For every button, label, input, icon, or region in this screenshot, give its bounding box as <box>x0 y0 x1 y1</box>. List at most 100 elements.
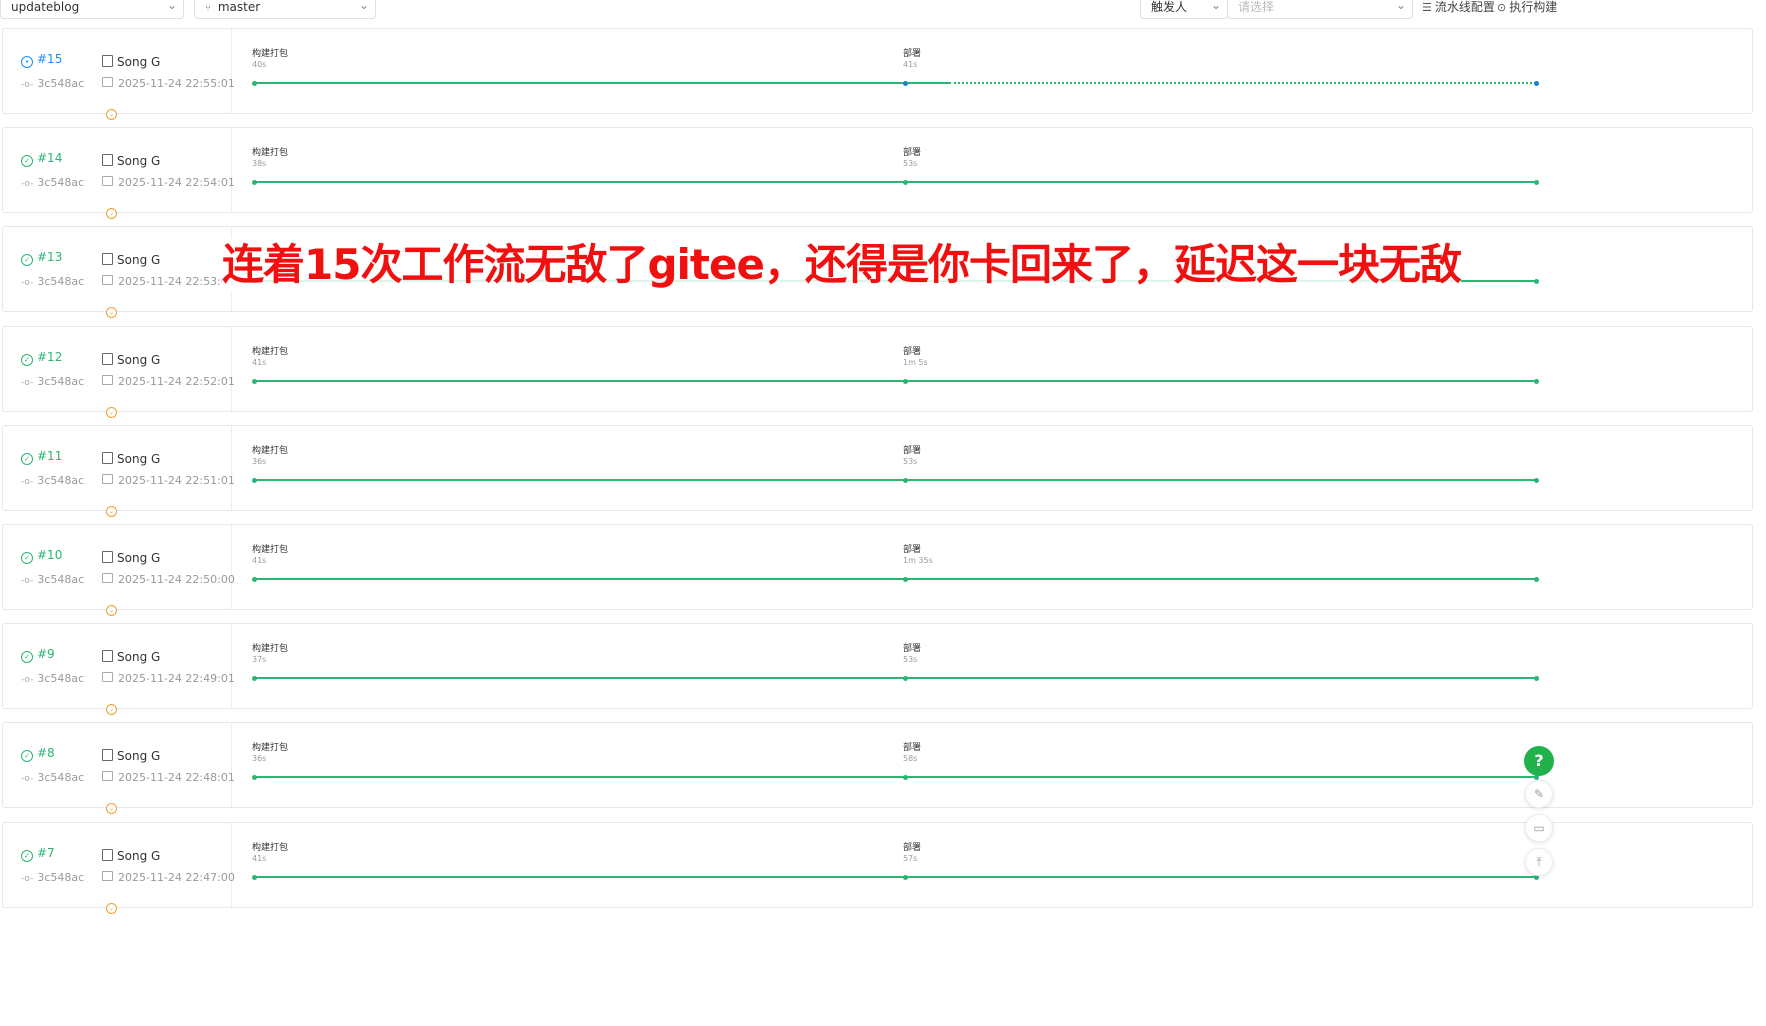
stage-name[interactable]: 部署 <box>903 46 921 59</box>
user-icon <box>102 154 113 166</box>
run-build-link[interactable]: ⊙ 执行构建 <box>1497 0 1557 15</box>
stage-track <box>254 677 1536 679</box>
trigger-select-label: 触发人 <box>1151 0 1188 14</box>
calendar-icon <box>102 275 113 285</box>
expand-toggle[interactable]: ⌄ <box>106 307 117 318</box>
chevron-down-icon: ⌄ <box>108 309 115 316</box>
run-number-link[interactable]: ✓ #14 <box>21 151 62 167</box>
stage-name[interactable]: 部署 <box>903 641 921 654</box>
run-timestamp: 2025-11-24 22:48:01 <box>118 771 235 784</box>
stage-node <box>1534 278 1539 284</box>
stage-node <box>903 576 908 582</box>
expand-toggle[interactable]: ⌄ <box>106 506 117 517</box>
expand-toggle[interactable]: ⌄ <box>106 803 117 814</box>
stage-name[interactable]: 部署 <box>903 740 921 753</box>
stage-duration: 41s <box>252 556 267 565</box>
author-name: Song G <box>117 551 161 565</box>
commit-hash: 3c548ac <box>37 771 85 784</box>
stage-name[interactable]: 部署 <box>903 542 921 555</box>
stage-name[interactable]: 构建打包 <box>252 344 288 357</box>
author-name: Song G <box>117 353 161 367</box>
author: Song G <box>102 252 160 267</box>
stage-track <box>905 82 949 84</box>
branch-select[interactable]: ⑂ master ⌄ <box>194 0 376 19</box>
commit-hash: 3c548ac <box>37 474 85 487</box>
run-card[interactable]: • #15 -o- 3c548ac Song G 2025-11-24 22:55:01 ⌄… <box>2 28 1753 120</box>
run-number-link[interactable]: ✓ #7 <box>21 846 55 862</box>
chevron-down-icon: ⌄ <box>108 409 115 416</box>
expand-toggle[interactable]: ⌄ <box>106 208 117 219</box>
run-number-link[interactable]: ✓ #9 <box>21 647 55 663</box>
run-timestamp: 2025-11-24 22:50:00 <box>118 573 235 586</box>
expand-toggle[interactable]: ⌄ <box>106 109 117 120</box>
stage-duration: 38s <box>252 159 267 168</box>
commit-icon: -o- <box>21 675 34 685</box>
stage-name[interactable]: 部署 <box>903 840 921 853</box>
stage-name[interactable]: 构建打包 <box>252 740 288 753</box>
run-card[interactable]: ✓ #8 -o- 3c548ac Song G 2025-11-24 22:48:01 ⌄ 构… <box>2 722 1753 814</box>
feedback-button[interactable]: ✎ <box>1525 780 1553 808</box>
run-card[interactable]: ✓ #10 -o- 3c548ac Song G 2025-11-24 22:50:00 ⌄… <box>2 524 1753 616</box>
commit-hash: 3c548ac <box>37 573 85 586</box>
stage-name[interactable]: 构建打包 <box>252 46 288 59</box>
commit-link[interactable]: -o- 3c548ac <box>21 672 84 685</box>
stage-name[interactable]: 部署 <box>903 145 921 158</box>
author: Song G <box>102 649 160 664</box>
author: Song G <box>102 153 160 168</box>
expand-toggle[interactable]: ⌄ <box>106 605 117 616</box>
stage-name[interactable]: 构建打包 <box>252 542 288 555</box>
commit-link[interactable]: -o- 3c548ac <box>21 771 84 784</box>
stage-duration: 1m 5s <box>903 358 928 367</box>
stage-name[interactable]: 部署 <box>903 443 921 456</box>
repo-select[interactable]: updateblog ⌄ <box>0 0 184 19</box>
run-number: #7 <box>37 846 55 860</box>
commit-link[interactable]: -o- 3c548ac <box>21 474 84 487</box>
repo-select-value: updateblog <box>11 0 80 14</box>
stage-duration: 37s <box>252 655 267 664</box>
stage-name[interactable]: 部署 <box>903 344 921 357</box>
stage-node <box>903 874 908 880</box>
commit-icon: -o- <box>21 80 34 90</box>
author-name: Song G <box>117 253 161 267</box>
run-card[interactable]: ✓ #12 -o- 3c548ac Song G 2025-11-24 22:52:01 ⌄… <box>2 326 1753 418</box>
author-name: Song G <box>117 849 161 863</box>
stage-node <box>252 80 257 86</box>
commit-link[interactable]: -o- 3c548ac <box>21 871 84 884</box>
help-button[interactable]: ? <box>1524 746 1554 776</box>
branch-select-value: master <box>217 0 261 14</box>
run-number-link[interactable]: ✓ #10 <box>21 548 62 564</box>
back-to-top-button[interactable]: ⤒ <box>1525 848 1553 876</box>
commit-link[interactable]: -o- 3c548ac <box>21 573 84 586</box>
expand-toggle[interactable]: ⌄ <box>106 407 117 418</box>
stage-name[interactable]: 构建打包 <box>252 443 288 456</box>
run-card[interactable]: ✓ #11 -o- 3c548ac Song G 2025-11-24 22:51:01 ⌄… <box>2 425 1753 517</box>
run-card[interactable]: ✓ #14 -o- 3c548ac Song G 2025-11-24 22:54:01 ⌄… <box>2 127 1753 219</box>
trigger-select[interactable]: 触发人 ⌄ <box>1140 0 1228 19</box>
author: Song G <box>102 451 160 466</box>
stage-track <box>254 82 905 84</box>
commit-link[interactable]: -o- 3c548ac <box>21 77 84 90</box>
user-icon <box>102 551 113 563</box>
run-build-label: 执行构建 <box>1509 0 1558 14</box>
author: Song G <box>102 848 160 863</box>
stage-name[interactable]: 构建打包 <box>252 641 288 654</box>
run-card[interactable]: ✓ #9 -o- 3c548ac Song G 2025-11-24 22:49:01 ⌄ 构… <box>2 623 1753 715</box>
run-number-link[interactable]: ✓ #12 <box>21 350 62 366</box>
stage-duration: 1m 35s <box>903 556 933 565</box>
trigger-user-select[interactable]: 请选择 ⌄ <box>1227 0 1413 19</box>
user-icon <box>102 253 113 265</box>
run-number-link[interactable]: • #15 <box>21 52 62 68</box>
run-number-link[interactable]: ✓ #13 <box>21 250 62 266</box>
commit-link[interactable]: -o- 3c548ac <box>21 275 84 288</box>
pipeline-config-link[interactable]: ☰ 流水线配置 <box>1422 0 1495 15</box>
run-card[interactable]: ✓ #7 -o- 3c548ac Song G 2025-11-24 22:47:00 ⌄ 构… <box>2 822 1753 914</box>
expand-toggle[interactable]: ⌄ <box>106 903 117 914</box>
run-number-link[interactable]: ✓ #11 <box>21 449 62 465</box>
run-number-link[interactable]: ✓ #8 <box>21 746 55 762</box>
commit-link[interactable]: -o- 3c548ac <box>21 176 84 189</box>
commit-link[interactable]: -o- 3c548ac <box>21 375 84 388</box>
stage-name[interactable]: 构建打包 <box>252 145 288 158</box>
stage-name[interactable]: 构建打包 <box>252 840 288 853</box>
message-button[interactable]: ▭ <box>1525 814 1553 842</box>
expand-toggle[interactable]: ⌄ <box>106 704 117 715</box>
